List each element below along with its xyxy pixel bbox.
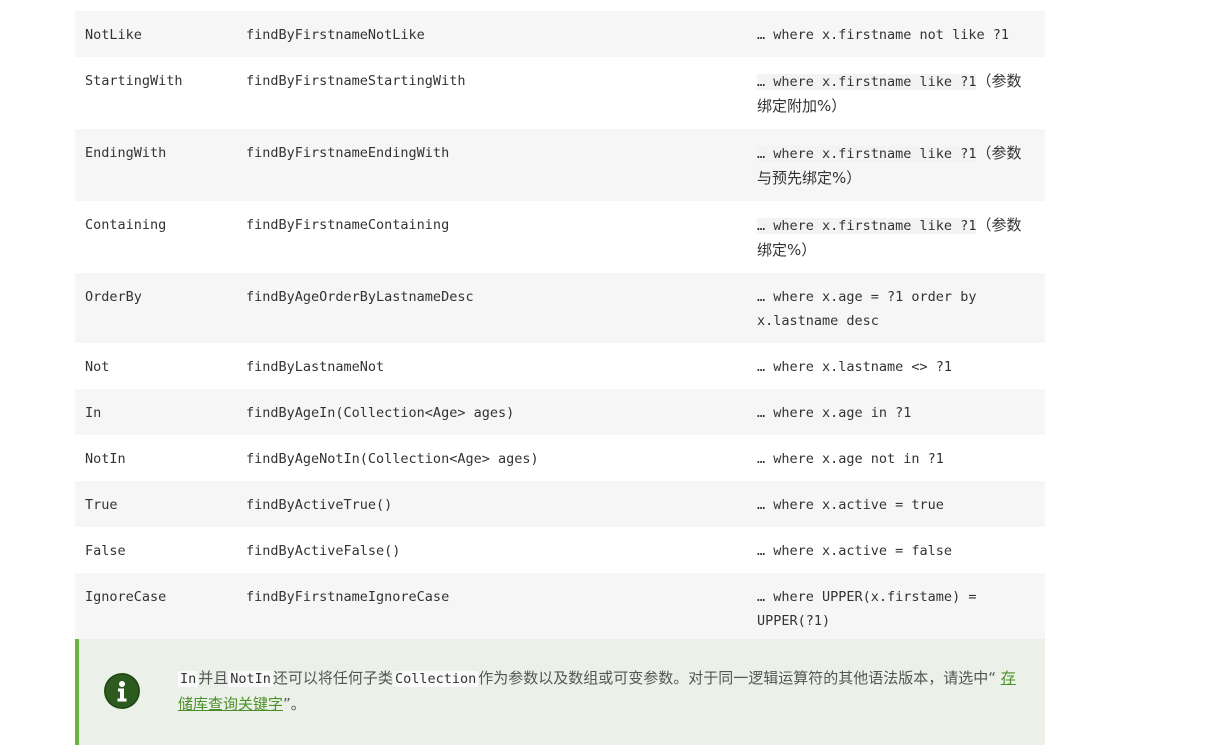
code-notin: NotIn [228,671,273,687]
jpql-cell: … where x.firstname like ?1（参数绑定%） [747,201,1045,273]
keyword-cell: Containing [85,217,167,233]
tip-text-rest: 作为参数以及数组或可变参数。对于同一逻辑运算符的其他语法版本，请选中“ [478,669,996,687]
keyword-cell: In [85,405,102,421]
jpql-snippet: … where x.age not in ?1 [757,451,944,467]
sample-cell: findByFirstnameIgnoreCase [246,589,450,605]
keyword-table-body: NotLike findByFirstnameNotLike … where x.f… [75,11,1045,643]
table-row: NotLike findByFirstnameNotLike … where x.f… [75,11,1045,57]
table-row: StartingWith findByFirstnameStartingWith …… [75,57,1045,129]
table-row: Not findByLastnameNot … where x.lastname <… [75,343,1045,389]
jpql-snippet: … where x.lastname <> ?1 [757,359,953,375]
table-row: In findByAgeIn(Collection<Age> ages) … whe… [75,389,1045,435]
code-collection: Collection [392,671,479,687]
table-row: Containing findByFirstnameContaining … whe… [75,201,1045,273]
sample-cell: findByActiveFalse() [246,543,401,559]
jpql-snippet: … where x.age = ?1 order by x.lastname d… [757,289,977,329]
sample-cell: findByActiveTrue() [246,497,393,513]
tip-text-end: ”。 [283,695,306,713]
keyword-cell: False [85,543,126,559]
keyword-cell: StartingWith [85,73,183,89]
tip-text-and: 并且 [198,669,229,687]
table-row: True findByActiveTrue() … where x.active =… [75,481,1045,527]
code-in: In [178,671,199,687]
jpql-cell: … where x.active = true [747,481,1045,527]
sample-cell: findByLastnameNot [246,359,385,375]
jpql-cell: … where x.age not in ?1 [747,435,1045,481]
sample-cell: findByAgeIn(Collection<Age> ages) [246,405,515,421]
table-row: OrderBy findByAgeOrderByLastnameDesc … whe… [75,273,1045,343]
sample-cell: findByFirstnameEndingWith [246,145,450,161]
table-row: IgnoreCase findByFirstnameIgnoreCase … whe… [75,573,1045,643]
keyword-cell: EndingWith [85,145,167,161]
sample-cell: findByAgeNotIn(Collection<Age> ages) [246,451,539,467]
sample-cell: findByFirstnameContaining [246,217,450,233]
jpql-snippet: … where x.firstname like ?1 [757,146,977,162]
keyword-cell: IgnoreCase [85,589,167,605]
jpql-cell: … where x.lastname <> ?1 [747,343,1045,389]
jpql-cell: … where x.age = ?1 order by x.lastname d… [747,273,1045,343]
jpql-cell: … where x.firstname like ?1（参数绑定附加%） [747,57,1045,129]
tip-text-mid: 还可以将任何子类 [272,669,393,687]
jpql-cell: … where x.active = false [747,527,1045,573]
keyword-table: NotLike findByFirstnameNotLike … where x.f… [75,11,1045,643]
jpql-cell: … where x.age in ?1 [747,389,1045,435]
info-glyph [104,673,140,709]
keyword-cell: NotLike [85,27,142,43]
jpql-snippet: … where x.firstname like ?1 [757,74,977,90]
table-row: NotIn findByAgeNotIn(Collection<Age> ages… [75,435,1045,481]
tip-text: In 并且 NotIn 还可以将任何子类 Collection 作为参数以及数组或可变参数… [178,666,1018,717]
jpql-snippet: … where UPPER(x.firstame) = UPPER(?1) [757,589,977,629]
keyword-cell: True [85,497,118,513]
keyword-cell: NotIn [85,451,126,467]
jpql-snippet: … where x.firstname like ?1 [757,218,977,234]
jpql-cell: … where UPPER(x.firstame) = UPPER(?1) [747,573,1045,643]
tip-box: In 并且 NotIn 还可以将任何子类 Collection 作为参数以及数组或可变参数… [75,639,1045,745]
jpql-snippet: … where x.active = true [757,497,944,513]
table-row: False findByActiveFalse() … where x.active… [75,527,1045,573]
sample-cell: findByFirstnameNotLike [246,27,425,43]
keyword-cell: OrderBy [85,289,142,305]
keyword-cell: Not [85,359,110,375]
info-icon [104,673,140,709]
table-row: EndingWith findByFirstnameEndingWith … whe… [75,129,1045,201]
jpql-snippet: … where x.active = false [757,543,953,559]
sample-cell: findByFirstnameStartingWith [246,73,466,89]
sample-cell: findByAgeOrderByLastnameDesc [246,289,474,305]
jpql-cell: … where x.firstname not like ?1 [747,11,1045,57]
jpql-cell: … where x.firstname like ?1（参数与预先绑定%） [747,129,1045,201]
jpql-snippet: … where x.age in ?1 [757,405,912,421]
jpql-snippet: … where x.firstname not like ?1 [757,27,1009,43]
